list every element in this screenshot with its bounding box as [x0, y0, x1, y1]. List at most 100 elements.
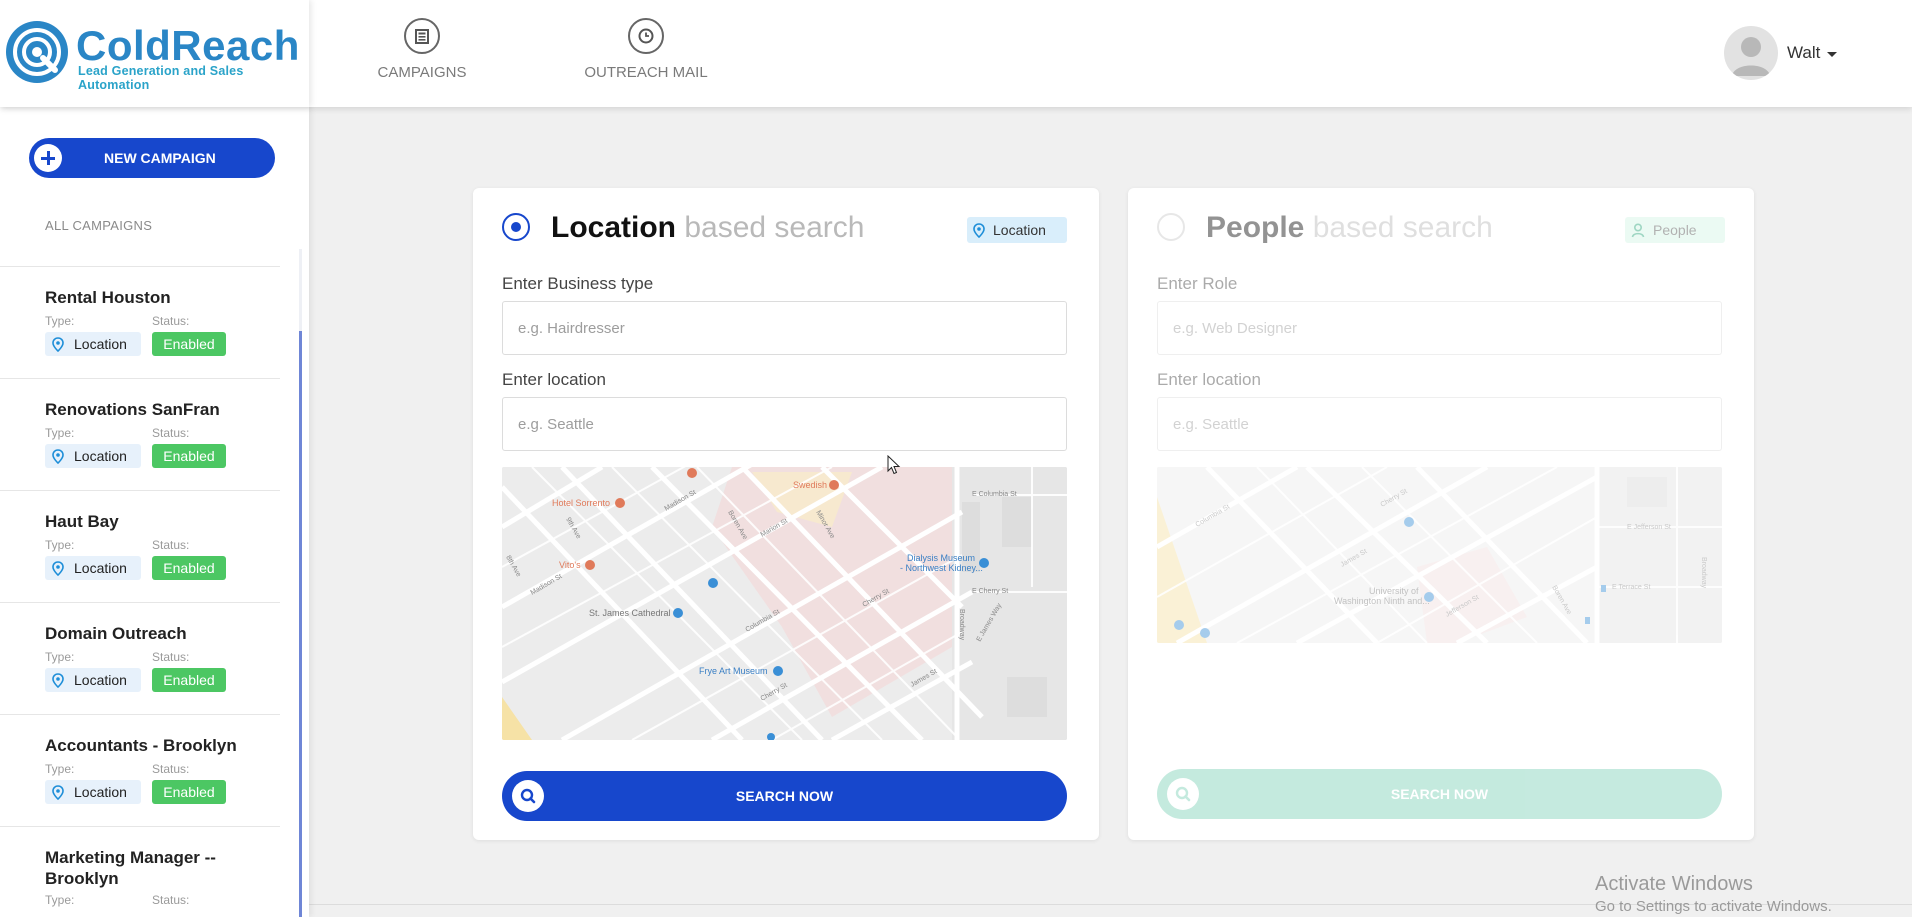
map-label: University of: [1369, 586, 1419, 596]
search-icon: [1167, 778, 1199, 810]
map-label: Swedish: [793, 480, 827, 490]
location-tag: Location: [967, 217, 1067, 243]
user-name: Walt: [1787, 43, 1821, 62]
map-label: St. James Cathedral: [589, 608, 671, 618]
windows-activation-watermark: Activate Windows Go to Settings to activ…: [1595, 873, 1832, 915]
map-label: E Cherry St: [972, 588, 1008, 595]
nav-outreach-label: OUTREACH MAIL: [584, 64, 708, 81]
location-tag-label: Location: [993, 222, 1046, 238]
map-label: E Jefferson St: [1627, 524, 1671, 531]
campaign-type: Location: [74, 448, 127, 464]
watermark-line2: Go to Settings to activate Windows.: [1595, 898, 1832, 915]
campaign-name: Accountants - Brooklyn: [45, 736, 237, 755]
status-badge: Enabled: [152, 668, 226, 692]
map-label: Vito's: [559, 560, 581, 570]
map-label: - Northwest Kidney...: [900, 563, 983, 573]
campaign-name: Haut Bay: [45, 512, 119, 531]
map-label: Hotel Sorrento: [552, 498, 610, 508]
campaign-item[interactable]: Accountants - Brooklyn Type: Status: Loc…: [0, 715, 280, 827]
location-search-radio[interactable]: [502, 213, 530, 241]
clock-icon: [628, 18, 664, 54]
brand-logo[interactable]: ColdReach Lead Generation and Sales Auto…: [0, 0, 309, 107]
new-campaign-button[interactable]: NEW CAMPAIGN: [29, 138, 275, 178]
campaign-name: Rental Houston: [45, 288, 171, 307]
role-label: Enter Role: [1157, 274, 1238, 293]
location-input[interactable]: [1157, 397, 1722, 451]
campaign-item[interactable]: Rental Houston Type: Status: Location En…: [0, 267, 280, 379]
map-label: Dialysis Museum: [907, 553, 975, 563]
campaign-type-badge: Location: [45, 444, 141, 468]
type-label: Type:: [45, 893, 75, 907]
coldreach-logo-icon: [6, 21, 68, 83]
campaign-item[interactable]: Domain Outreach Type: Status: Location E…: [0, 603, 280, 715]
map-label: Broadway: [958, 609, 965, 641]
people-map[interactable]: University of Washington Ninth and... Co…: [1157, 467, 1722, 643]
location-label: Enter location: [502, 370, 606, 389]
type-label: Type:: [45, 762, 75, 776]
campaign-name: Renovations SanFran: [45, 400, 220, 419]
people-tag-label: People: [1653, 222, 1697, 238]
search-button-label: SEARCH NOW: [735, 788, 834, 804]
title-rest: based search: [1312, 211, 1493, 244]
status-label: Status:: [152, 426, 190, 440]
search-button-label: SEARCH NOW: [1390, 786, 1489, 802]
map-label: E Columbia St: [972, 491, 1017, 498]
people-search-radio[interactable]: [1157, 213, 1185, 241]
location-search-card: Location based search Location Enter Bus…: [473, 188, 1099, 840]
location-pin-icon: [52, 448, 64, 464]
status-badge: Enabled: [152, 444, 226, 468]
type-label: Type:: [45, 650, 75, 664]
user-avatar-icon: [1724, 26, 1778, 80]
brand-tagline: Lead Generation and Sales Automation: [78, 64, 244, 92]
campaign-type-badge: Location: [45, 556, 141, 580]
location-map[interactable]: Hotel Sorrento Swedish Vito's Dialysis M…: [502, 467, 1067, 740]
people-search-card: People based search People Enter Role En…: [1128, 188, 1754, 840]
location-pin-icon: [52, 336, 64, 352]
business-type-label: Enter Business type: [502, 274, 654, 293]
campaign-item[interactable]: Marketing Manager -- Brooklyn Type: Stat…: [0, 827, 280, 917]
type-label: Type:: [45, 538, 75, 552]
nav-outreach-mail[interactable]: OUTREACH MAIL: [583, 18, 709, 81]
campaign-type: Location: [74, 784, 127, 800]
campaign-type-badge: Location: [45, 668, 141, 692]
user-menu[interactable]: Walt: [1724, 26, 1838, 80]
location-pin-icon: [52, 672, 64, 688]
nav-campaigns[interactable]: CAMPAIGNS: [376, 18, 468, 81]
people-search-button[interactable]: SEARCH NOW: [1157, 769, 1722, 819]
location-search-button[interactable]: SEARCH NOW: [502, 771, 1067, 821]
card-title: People based search: [1206, 211, 1493, 245]
status-label: Status:: [152, 314, 190, 328]
search-icon: [512, 780, 544, 812]
chevron-down-icon: [1827, 51, 1838, 57]
map-label: Frye Art Museum: [699, 666, 768, 676]
plus-icon: [34, 144, 62, 172]
campaign-item[interactable]: Haut Bay Type: Status: Location Enabled: [0, 491, 280, 603]
title-bold: People: [1206, 211, 1305, 244]
person-icon: [1631, 222, 1645, 237]
nav-campaigns-label: CAMPAIGNS: [377, 64, 467, 81]
brand-name: ColdReach: [76, 22, 300, 69]
location-input[interactable]: [502, 397, 1067, 451]
location-label: Enter location: [1157, 370, 1261, 389]
map-label: E Terrace St: [1612, 584, 1650, 591]
map-label: Broadway: [1700, 557, 1707, 589]
role-input[interactable]: [1157, 301, 1722, 355]
newspaper-icon: [404, 18, 440, 54]
type-label: Type:: [45, 426, 75, 440]
campaign-type: Location: [74, 672, 127, 688]
business-type-input[interactable]: [502, 301, 1067, 355]
status-badge: Enabled: [152, 556, 226, 580]
title-bold: Location: [551, 211, 676, 244]
mouse-cursor-icon: [887, 455, 901, 475]
campaign-type: Location: [74, 560, 127, 576]
status-label: Status:: [152, 893, 190, 907]
campaign-type: Location: [74, 336, 127, 352]
campaign-name: Domain Outreach: [45, 624, 187, 643]
people-tag: People: [1625, 217, 1725, 243]
map-label: Washington Ninth and...: [1334, 596, 1430, 606]
campaign-name: Marketing Manager -- Brooklyn: [45, 848, 216, 888]
campaign-type-badge: Location: [45, 332, 141, 356]
status-badge: Enabled: [152, 332, 226, 356]
scrollbar-thumb[interactable]: [299, 331, 302, 917]
campaign-item[interactable]: Renovations SanFran Type: Status: Locati…: [0, 379, 280, 491]
